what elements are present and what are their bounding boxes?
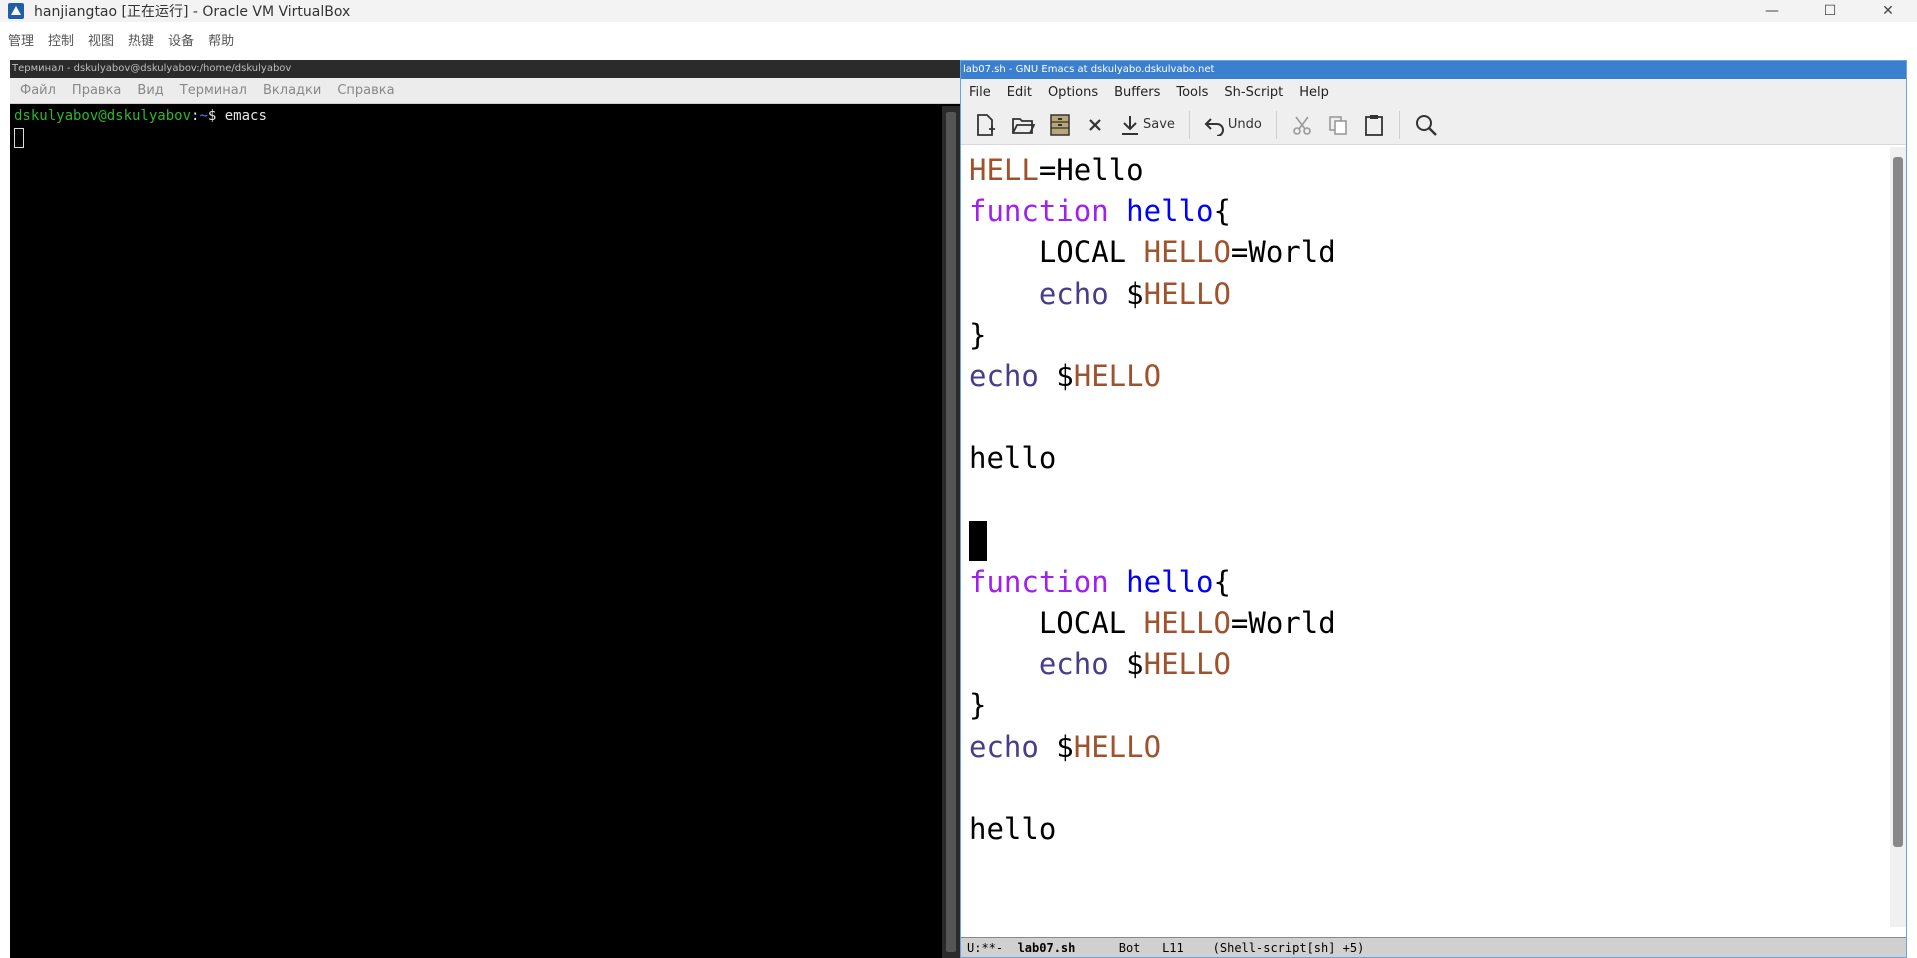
prompt-path: ~ [199, 108, 208, 124]
toolbar-separator [1188, 110, 1190, 139]
new-file-icon [977, 113, 995, 136]
code-line: hello [969, 812, 1057, 846]
emacs-menu-tools[interactable]: Tools [1176, 85, 1208, 100]
modeline-state: U:**- [967, 941, 1018, 955]
scissors-icon [1293, 116, 1311, 135]
emacs-menu-help[interactable]: Help [1299, 85, 1329, 100]
emacs-window: lab07.sh - GNU Emacs at dskulyabo.dskulv… [960, 60, 1907, 958]
terminal-screen[interactable]: dskulyabov@dskulyabov:~$ emacs [10, 106, 942, 958]
modeline-position: Bot L11 (Shell-script[sh] +5) [1075, 941, 1365, 955]
paste-button[interactable] [1363, 109, 1385, 141]
code-line: LOCAL HELLO=World [969, 606, 1336, 641]
code-line: function hello{ [969, 194, 1231, 229]
code-line: echo $HELLO [1038, 276, 1231, 311]
menu-devices[interactable]: 设备 [168, 30, 194, 49]
terminal-menu-view[interactable]: Вид [137, 83, 163, 98]
kill-buffer-button[interactable] [1085, 109, 1105, 141]
emacs-menu-sh-script[interactable]: Sh-Script [1224, 85, 1283, 100]
vm-display: Терминал - dskulyabov@dskulyabov:/home/d… [10, 60, 1907, 958]
minimize-button[interactable]: — [1743, 0, 1801, 22]
search-icon [1415, 114, 1437, 136]
code-line: HELL=Hello [969, 153, 1144, 187]
save-download-icon [1122, 115, 1138, 135]
emacs-menu-bar: File Edit Options Buffers Tools Sh-Scrip… [961, 79, 1906, 105]
terminal-menu-tabs[interactable]: Вкладки [263, 83, 321, 98]
prompt-user: dskulyabov@dskulyabov [14, 108, 192, 124]
code-line: } [969, 688, 987, 723]
emacs-menu-edit[interactable]: Edit [1007, 85, 1032, 100]
code-line: } [969, 317, 987, 352]
toolbar-separator [1398, 110, 1400, 139]
save-button[interactable]: Save [1119, 109, 1175, 141]
terminal-window: Терминал - dskulyabov@dskulyabov:/home/d… [10, 60, 960, 958]
emacs-scrollbar[interactable] [1890, 147, 1906, 927]
emacs-mode-line: U:**- lab07.sh Bot L11 (Shell-script[sh]… [961, 937, 1906, 957]
code-line [969, 520, 1891, 562]
menu-control[interactable]: 控制 [48, 30, 74, 49]
terminal-command: emacs [224, 108, 267, 124]
toolbar-separator [1275, 110, 1277, 139]
cut-button[interactable] [1291, 109, 1313, 141]
search-button[interactable] [1414, 109, 1438, 141]
code-line: LOCAL HELLO=World [969, 235, 1336, 270]
close-x-icon [1089, 118, 1101, 131]
terminal-menu-bar: Файл Правка Вид Терминал Вкладки Справка [10, 78, 960, 104]
undo-button[interactable]: Undo [1204, 109, 1262, 141]
prompt-end: $ [207, 108, 225, 124]
folder-icon [1012, 117, 1035, 134]
terminal-scrollbar[interactable] [942, 106, 960, 958]
clipboard-icon [1364, 114, 1383, 136]
code-line: echo $HELLO [1038, 647, 1231, 682]
menu-view[interactable]: 视图 [88, 30, 114, 49]
code-line: function hello{ [969, 564, 1231, 599]
close-button[interactable]: ✕ [1859, 0, 1917, 22]
undo-label: Undo [1227, 117, 1262, 132]
dired-button[interactable] [1049, 109, 1071, 141]
menu-hotkeys[interactable]: 热键 [128, 30, 154, 49]
emacs-buffer[interactable]: HELL=Hello function hello{ LOCAL HELLO=W… [961, 147, 1891, 927]
emacs-cursor [969, 520, 987, 561]
window-title: hanjiangtao [正在运行] - Oracle VM VirtualBo… [34, 4, 351, 20]
open-folder-button[interactable] [1011, 109, 1035, 141]
terminal-scroll-thumb[interactable] [946, 112, 956, 952]
new-file-button[interactable] [973, 109, 997, 141]
copy-icon [1329, 115, 1347, 135]
virtualbox-icon [6, 1, 26, 21]
save-label: Save [1143, 117, 1175, 132]
maximize-button[interactable]: ☐ [1801, 0, 1859, 22]
terminal-menu-terminal[interactable]: Терминал [180, 83, 247, 98]
terminal-menu-file[interactable]: Файл [20, 83, 56, 98]
emacs-menu-file[interactable]: File [969, 85, 991, 100]
code-line: hello [969, 441, 1057, 476]
code-line: echo $HELLO [969, 358, 1162, 393]
emacs-toolbar: Save Undo [961, 105, 1906, 145]
menu-help[interactable]: 帮助 [208, 30, 234, 49]
code-line: echo $HELLO [969, 729, 1162, 764]
emacs-title-bar: lab07.sh - GNU Emacs at dskulyabo.dskulv… [961, 61, 1906, 79]
menu-manage[interactable]: 管理 [8, 30, 34, 49]
emacs-menu-options[interactable]: Options [1048, 85, 1098, 100]
terminal-title-bar: Терминал - dskulyabov@dskulyabov:/home/d… [10, 60, 960, 78]
modeline-buffer-name[interactable]: lab07.sh [1018, 941, 1076, 955]
undo-icon [1204, 117, 1224, 136]
terminal-menu-edit[interactable]: Правка [72, 83, 121, 98]
host-menu-bar: 管理 控制 视图 热键 设备 帮助 [0, 26, 1917, 52]
cabinet-icon [1050, 113, 1070, 136]
terminal-cursor [14, 128, 24, 148]
emacs-menu-buffers[interactable]: Buffers [1114, 85, 1160, 100]
terminal-prompt-line: dskulyabov@dskulyabov:~$ emacs [14, 108, 938, 124]
host-title-bar: hanjiangtao [正在运行] - Oracle VM VirtualBo… [0, 0, 1917, 22]
copy-button[interactable] [1327, 109, 1349, 141]
emacs-scroll-thumb[interactable] [1893, 157, 1903, 847]
terminal-menu-help[interactable]: Справка [337, 83, 394, 98]
